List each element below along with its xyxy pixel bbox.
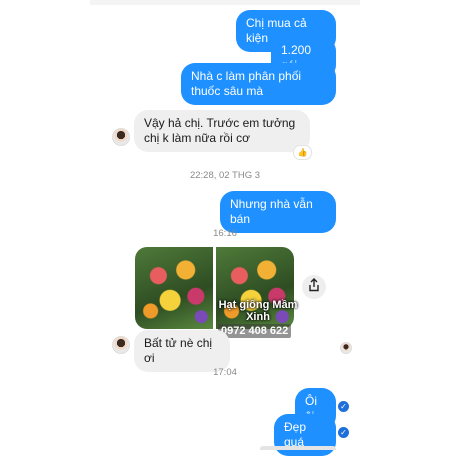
- photo-attachment-flowers[interactable]: [135, 247, 213, 329]
- share-button[interactable]: [302, 275, 326, 299]
- timestamp: 16:16: [213, 228, 237, 239]
- check-circle-icon: ✓: [338, 401, 349, 412]
- seen-avatar: [340, 342, 352, 354]
- check-circle-icon: ✓: [338, 427, 349, 438]
- share-icon: [308, 277, 320, 297]
- contact-avatar[interactable]: [112, 336, 130, 354]
- message-incoming[interactable]: Bất tử nè chị ơi: [134, 330, 230, 372]
- timestamp: 17:04: [213, 367, 237, 378]
- next-message-remnant: [260, 446, 336, 450]
- watermark-line-1: Hạt giống Mầm: [218, 299, 298, 311]
- message-outgoing[interactable]: Nhưng nhà vẫn bán: [220, 191, 336, 233]
- contact-avatar[interactable]: [112, 128, 130, 146]
- timestamp: 22:28, 02 THG 3: [189, 170, 261, 181]
- message-outgoing[interactable]: Nhà c làm phân phối thuốc sâu mà: [181, 63, 336, 105]
- chat-thread[interactable]: Chị mua cả kiện 1.200 gói Nhà c làm phân…: [90, 0, 360, 456]
- message-incoming[interactable]: Vậy hả chị. Trước em tưởng chị k làm nữa…: [134, 110, 310, 152]
- watermark-phone: 0972 408 622: [218, 324, 292, 338]
- watermark-line-2: Xinh: [246, 311, 270, 323]
- top-bar-remnant: [90, 0, 360, 5]
- like-reaction-icon[interactable]: 👍: [293, 145, 312, 160]
